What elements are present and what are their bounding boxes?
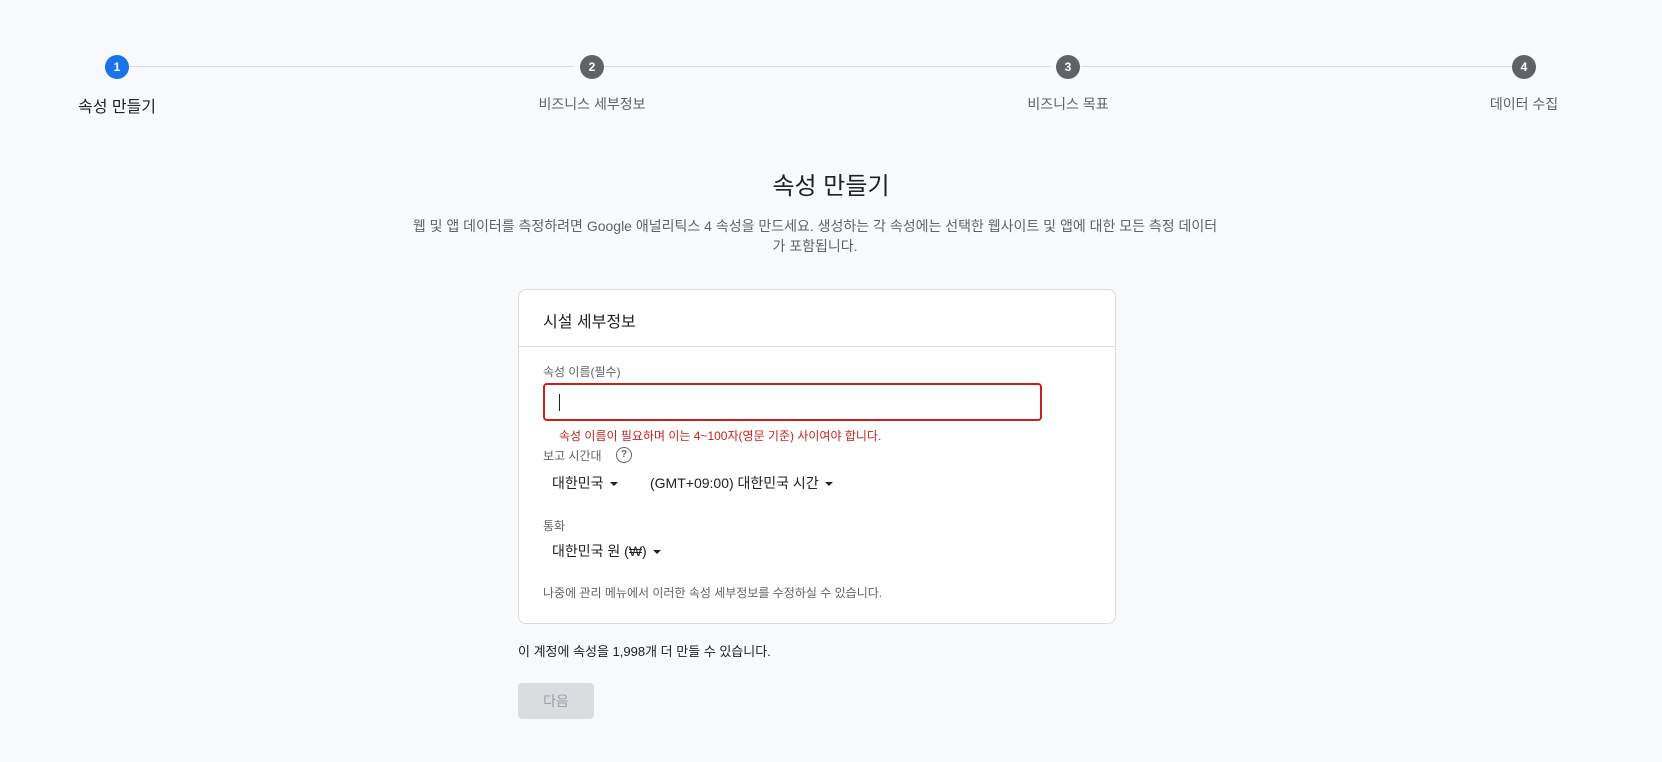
dropdown-arrow-icon bbox=[824, 482, 833, 487]
property-name-field[interactable] bbox=[543, 383, 1042, 421]
step-4-label: 데이터 수집 bbox=[1489, 96, 1559, 112]
property-details-card: 시설 세부정보 속성 이름(필수) 속성 이름이 필요하며 이는 4~100자(… bbox=[518, 289, 1116, 624]
dropdown-arrow-icon bbox=[652, 550, 661, 555]
timezone-country-value: 대한민국 bbox=[552, 475, 604, 491]
step-2-indicator: 2 bbox=[580, 55, 604, 79]
property-name-input[interactable] bbox=[545, 385, 1040, 419]
property-name-label: 속성 이름(필수) bbox=[543, 365, 621, 379]
step-4-indicator: 4 bbox=[1512, 55, 1536, 79]
step-2-label: 비즈니스 세부정보 bbox=[538, 96, 646, 112]
timezone-label: 보고 시간대 bbox=[543, 449, 602, 463]
stepper-connector bbox=[603, 66, 1051, 67]
step-1-label: 속성 만들기 bbox=[77, 99, 157, 116]
stepper: 1 2 3 4 속성 만들기 비즈니스 세부정보 비즈니스 목표 데이터 수집 bbox=[0, 0, 1662, 130]
property-name-error: 속성 이름이 필요하며 이는 4~100자(영문 기준) 사이여야 합니다. bbox=[559, 429, 882, 443]
next-button[interactable]: 다음 bbox=[518, 683, 594, 719]
timezone-country-dropdown[interactable]: 대한민국 bbox=[552, 473, 618, 493]
timezone-zone-dropdown[interactable]: (GMT+09:00) 대한민국 시간 bbox=[650, 473, 833, 493]
stepper-connector bbox=[130, 66, 573, 67]
step-1-indicator: 1 bbox=[105, 55, 129, 79]
timezone-zone-value: (GMT+09:00) 대한민국 시간 bbox=[650, 475, 819, 491]
currency-value: 대한민국 원 (₩) bbox=[552, 543, 647, 559]
card-title: 시설 세부정보 bbox=[519, 290, 1115, 347]
help-icon[interactable]: ? bbox=[616, 447, 632, 463]
stepper-connector bbox=[1081, 66, 1513, 67]
page-description: 웹 및 앱 데이터를 측정하려면 Google 애널리틱스 4 속성을 만드세요… bbox=[412, 218, 1218, 254]
currency-label: 통화 bbox=[543, 519, 566, 533]
text-caret bbox=[559, 394, 560, 411]
page-title: 속성 만들기 bbox=[772, 173, 890, 200]
dropdown-arrow-icon bbox=[609, 482, 618, 487]
currency-dropdown[interactable]: 대한민국 원 (₩) bbox=[552, 541, 661, 561]
edit-later-note: 나중에 관리 메뉴에서 이러한 속성 세부정보를 수정하실 수 있습니다. bbox=[543, 586, 883, 600]
property-quota-text: 이 계정에 속성을 1,998개 더 만들 수 있습니다. bbox=[518, 644, 771, 659]
step-3-label: 비즈니스 목표 bbox=[1027, 96, 1109, 112]
step-3-indicator: 3 bbox=[1056, 55, 1080, 79]
